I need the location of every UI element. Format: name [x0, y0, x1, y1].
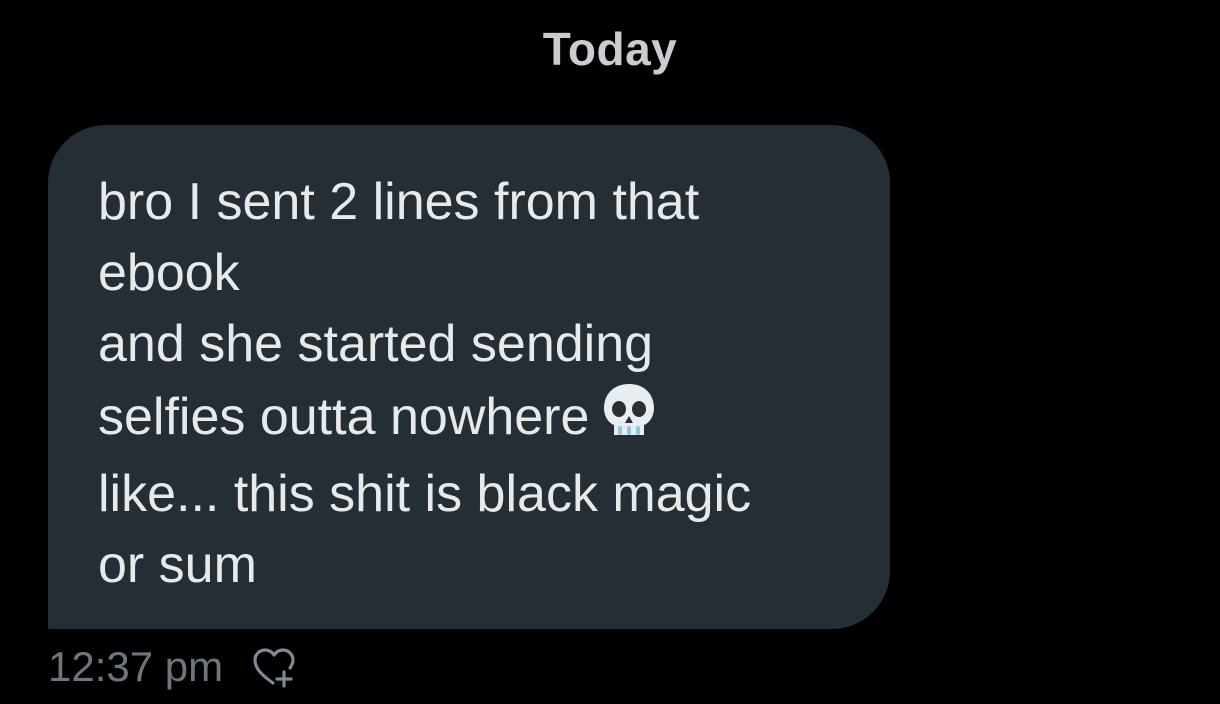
skull-icon: [599, 380, 659, 459]
message-line-1: bro I sent 2 lines from that: [98, 173, 700, 231]
message-line-6: or sum: [98, 536, 257, 594]
message-line-3: and she started sending: [98, 315, 654, 373]
message-line-4-text: selfies outta nowhere: [98, 388, 590, 446]
message-line-4: selfies outta nowhere: [98, 380, 860, 459]
message-line-5: like... this shit is black magic: [98, 465, 752, 523]
message-bubble[interactable]: bro I sent 2 lines from that ebook and s…: [48, 125, 890, 629]
add-reaction-button[interactable]: [251, 644, 297, 690]
heart-plus-icon: [253, 648, 295, 688]
message-line-2: ebook: [98, 244, 240, 302]
message-meta: 12:37 pm: [48, 640, 297, 694]
date-separator: Today: [542, 23, 678, 75]
message-timestamp: 12:37 pm: [48, 643, 224, 690]
